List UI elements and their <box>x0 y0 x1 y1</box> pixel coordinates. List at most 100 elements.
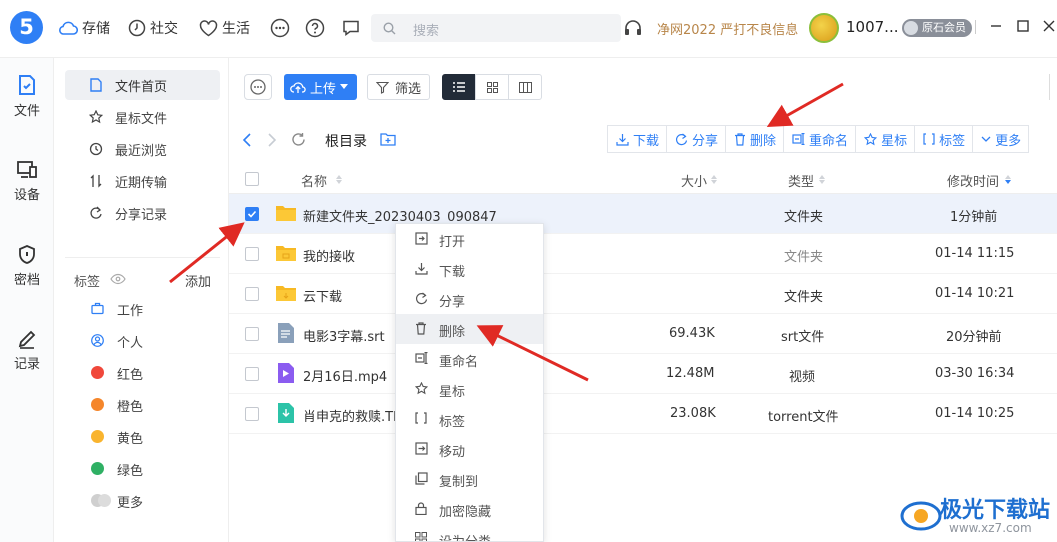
user-name[interactable]: 1007... <box>846 18 898 36</box>
header-type[interactable]: 类型 <box>788 171 814 190</box>
list-view-button[interactable] <box>442 74 476 100</box>
action-delete-button[interactable]: 删除 <box>726 126 785 152</box>
menu-item-encrypt[interactable]: 加密隐藏 <box>396 494 543 524</box>
leftnav-record[interactable]: 记录 <box>0 329 54 372</box>
tag-work[interactable]: 工作 <box>117 300 143 319</box>
tag-personal[interactable]: 个人 <box>117 332 143 351</box>
action-label: 星标 <box>881 133 908 149</box>
help-icon[interactable] <box>305 18 325 38</box>
green-dot-icon <box>91 462 104 475</box>
member-badge[interactable]: 原石会员 <box>902 19 972 37</box>
app-logo[interactable]: 5 <box>10 11 43 44</box>
new-folder-icon[interactable] <box>380 132 396 146</box>
refresh-icon[interactable] <box>291 132 306 147</box>
action-label: 删除 <box>750 133 777 149</box>
row-checkbox[interactable] <box>245 287 259 301</box>
menu-item-delete[interactable]: 删除 <box>396 314 543 344</box>
nav-storage[interactable]: 存储 <box>58 17 110 39</box>
leftnav-file[interactable]: 文件 <box>0 74 54 119</box>
leftnav-vault-label: 密档 <box>13 273 40 288</box>
filter-button[interactable]: 筛选 <box>367 74 430 100</box>
more-options-button[interactable] <box>244 74 272 100</box>
tag-red[interactable]: 红色 <box>117 364 143 383</box>
menu-item-label: 分享 <box>439 295 466 310</box>
minimize-button[interactable] <box>986 17 1006 37</box>
close-button[interactable] <box>1039 17 1057 37</box>
sidebar-item-share[interactable]: 分享记录 <box>65 198 220 228</box>
menu-item-rename[interactable]: 重命名 <box>396 344 543 374</box>
sort-icon <box>711 175 717 184</box>
menu-item-move[interactable]: 移动 <box>396 434 543 464</box>
table-row[interactable]: 肖申克的救赎.Tl 23.08K torrent文件 01-14 10:25 <box>229 394 1057 434</box>
row-checkbox[interactable] <box>245 367 259 381</box>
menu-item-set-category[interactable]: 设为分类 <box>396 524 543 541</box>
row-checkbox[interactable] <box>245 407 259 421</box>
file-name[interactable]: 电影3字幕.srt <box>303 326 385 345</box>
eye-icon[interactable] <box>110 273 126 285</box>
leftnav-vault[interactable]: 密档 <box>0 244 54 288</box>
folder-icon <box>276 246 296 261</box>
row-checkbox[interactable] <box>245 247 259 261</box>
leftnav-device[interactable]: 设备 <box>0 160 54 203</box>
avatar[interactable] <box>809 13 839 43</box>
close-icon <box>1043 20 1055 32</box>
action-more-button[interactable]: 更多 <box>973 126 1030 152</box>
menu-item-share[interactable]: 分享 <box>396 284 543 314</box>
header-name[interactable]: 名称 <box>301 171 327 190</box>
tags-add-button[interactable]: 添加 <box>185 271 211 290</box>
action-download-button[interactable]: 下载 <box>608 126 668 152</box>
menu-item-copy-to[interactable]: 复制到 <box>396 464 543 494</box>
action-rename-button[interactable]: 重命名 <box>784 126 857 152</box>
action-share-button[interactable]: 分享 <box>667 126 727 152</box>
table-row[interactable]: 云下载 文件夹 01-14 10:21 <box>229 274 1057 314</box>
nav-life[interactable]: 生活 <box>199 17 250 39</box>
watermark-title: 极光下载站 <box>940 498 1051 523</box>
file-name[interactable]: 云下载 <box>303 286 342 305</box>
menu-item-star[interactable]: 星标 <box>396 374 543 404</box>
sidebar: 文件首页 星标文件 最近浏览 近期传输 分享记录 标签 添加 工作 个人 红色 … <box>54 58 229 542</box>
file-type: 文件夹 <box>784 250 824 265</box>
pen-icon <box>18 330 36 349</box>
breadcrumb-root[interactable]: 根目录 <box>325 131 367 151</box>
tag-green[interactable]: 绿色 <box>117 460 143 479</box>
sidebar-item-home[interactable]: 文件首页 <box>65 70 220 100</box>
row-checkbox[interactable] <box>245 207 259 221</box>
sidebar-item-label: 星标文件 <box>115 111 168 127</box>
sidebar-item-transfer[interactable]: 近期传输 <box>65 166 220 196</box>
column-view-button[interactable] <box>508 74 542 100</box>
header-mtime[interactable]: 修改时间 <box>947 171 999 190</box>
table-row[interactable]: 我的接收 文件夹 01-14 11:15 <box>229 234 1057 274</box>
tag-orange[interactable]: 橙色 <box>117 396 143 415</box>
menu-item-tag[interactable]: 标签 <box>396 404 543 434</box>
forward-arrow-icon[interactable] <box>267 133 277 147</box>
table-row[interactable]: 2月16日.mp4 12.48M 视频 03-30 16:34 <box>229 354 1057 394</box>
file-type: srt文件 <box>781 330 825 345</box>
row-checkbox[interactable] <box>245 327 259 341</box>
tag-yellow[interactable]: 黄色 <box>117 428 143 447</box>
table-row[interactable]: 电影3字幕.srt 69.43K srt文件 20分钟前 <box>229 314 1057 354</box>
menu-item-download[interactable]: 下载 <box>396 254 543 284</box>
more-circle-icon[interactable] <box>270 18 290 38</box>
sidebar-item-starred[interactable]: 星标文件 <box>65 102 220 132</box>
menu-item-open[interactable]: 打开 <box>396 224 543 254</box>
message-icon[interactable] <box>341 18 361 38</box>
file-name[interactable]: 我的接收 <box>303 246 355 265</box>
file-name[interactable]: 肖申克的救赎.Tl <box>303 406 397 425</box>
table-row[interactable]: 新建文件夹_20230403_090847 文件夹 1分钟前 <box>229 194 1057 234</box>
action-star-button[interactable]: 星标 <box>856 126 916 152</box>
back-arrow-icon[interactable] <box>242 133 252 147</box>
maximize-button[interactable] <box>1013 17 1033 37</box>
action-tag-button[interactable]: 标签 <box>915 126 974 152</box>
search-box[interactable]: 搜索 <box>371 14 621 42</box>
toolbar-area <box>229 58 1057 59</box>
grid-view-button[interactable] <box>475 74 509 100</box>
header-size[interactable]: 大小 <box>681 171 707 190</box>
headset-icon[interactable] <box>623 19 643 37</box>
notice-text[interactable]: 净网2022 严打不良信息 <box>657 19 798 38</box>
sidebar-item-recent[interactable]: 最近浏览 <box>65 134 220 164</box>
upload-button[interactable]: 上传 <box>284 74 357 100</box>
file-name[interactable]: 2月16日.mp4 <box>303 366 387 385</box>
tag-more[interactable]: 更多 <box>117 492 143 511</box>
select-all-checkbox[interactable] <box>245 172 259 186</box>
nav-social[interactable]: 社交 <box>128 17 178 39</box>
